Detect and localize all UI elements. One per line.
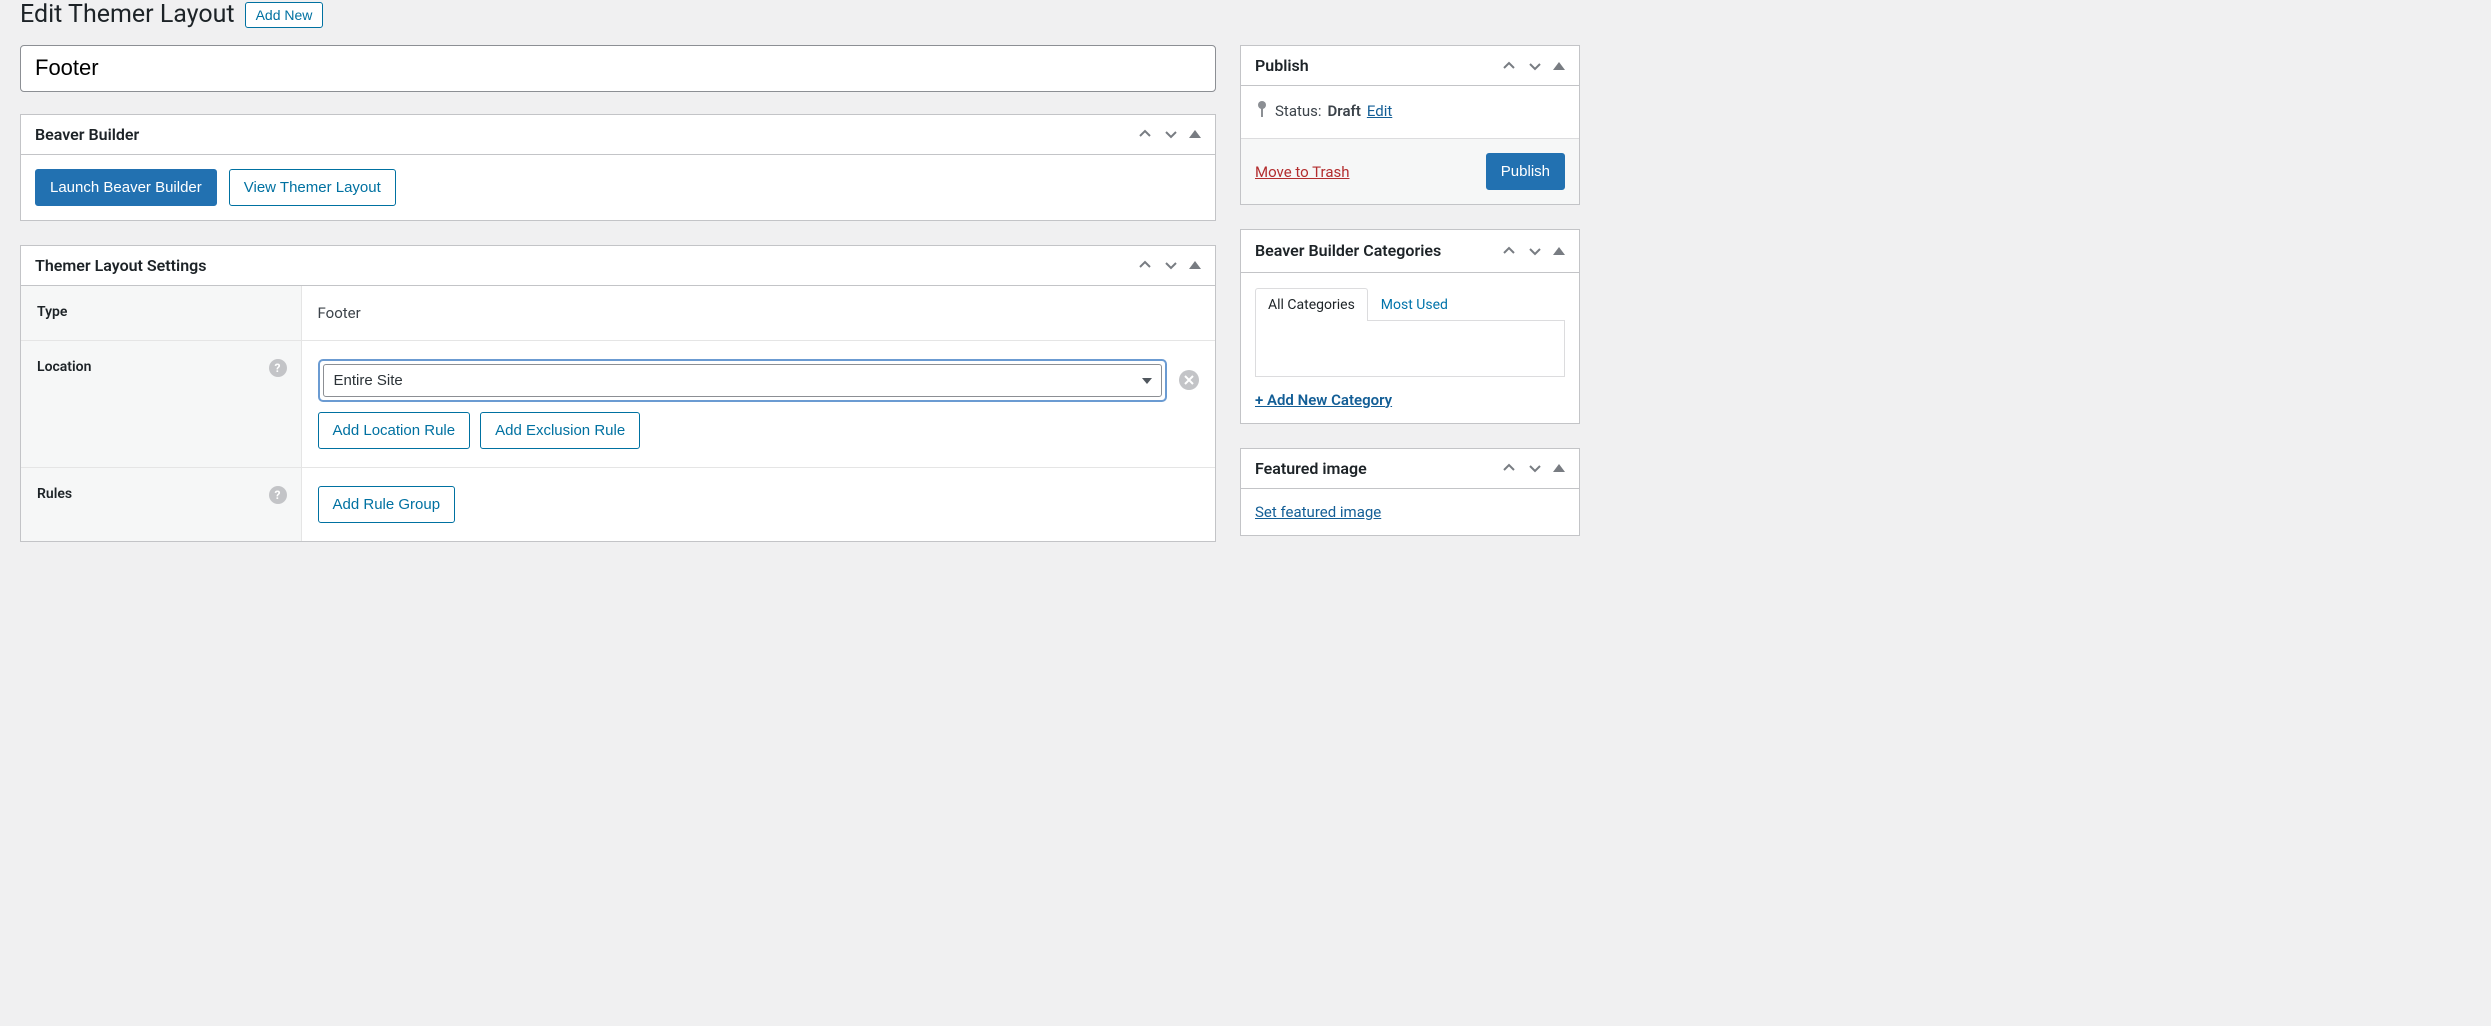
beaver-builder-box: Beaver Builder Launch Beaver Builder (20, 114, 1216, 221)
location-select[interactable]: Entire Site (323, 364, 1163, 397)
help-icon[interactable]: ? (269, 486, 287, 504)
launch-beaver-builder-button[interactable]: Launch Beaver Builder (35, 169, 217, 206)
add-exclusion-rule-button[interactable]: Add Exclusion Rule (480, 412, 640, 449)
categories-box-title: Beaver Builder Categories (1255, 240, 1441, 262)
add-location-rule-button[interactable]: Add Location Rule (318, 412, 471, 449)
edit-status-link[interactable]: Edit (1367, 102, 1392, 120)
toggle-collapse-icon[interactable] (1553, 62, 1565, 70)
move-up-icon[interactable] (1137, 126, 1153, 142)
move-down-icon[interactable] (1527, 243, 1543, 259)
setting-row-location: Location ? Entire Site (21, 340, 1215, 467)
add-rule-group-button[interactable]: Add Rule Group (318, 486, 456, 523)
publish-box: Publish (1240, 45, 1580, 205)
rules-label: Rules (37, 486, 72, 502)
move-up-icon[interactable] (1137, 257, 1153, 273)
type-label: Type (21, 286, 301, 341)
add-new-button[interactable]: Add New (245, 2, 324, 28)
pin-icon (1255, 100, 1269, 122)
themer-layout-settings-box: Themer Layout Settings Type (20, 245, 1216, 542)
publish-button[interactable]: Publish (1486, 153, 1565, 190)
location-label: Location (37, 359, 91, 375)
toggle-collapse-icon[interactable] (1553, 464, 1565, 472)
help-icon[interactable]: ? (269, 359, 287, 377)
move-down-icon[interactable] (1163, 257, 1179, 273)
tab-all-categories[interactable]: All Categories (1255, 288, 1368, 321)
type-value: Footer (301, 286, 1215, 341)
layout-title-input[interactable] (20, 45, 1216, 92)
beaver-builder-box-title: Beaver Builder (35, 125, 139, 144)
featured-image-box: Featured image Set featured image (1240, 448, 1580, 536)
setting-row-rules: Rules ? Add Rule Group (21, 467, 1215, 541)
category-list (1255, 321, 1565, 377)
move-to-trash-link[interactable]: Move to Trash (1255, 163, 1349, 181)
tab-most-used[interactable]: Most Used (1368, 288, 1461, 321)
status-value: Draft (1328, 102, 1361, 120)
settings-box-title: Themer Layout Settings (35, 256, 206, 275)
publish-box-title: Publish (1255, 56, 1309, 75)
move-down-icon[interactable] (1527, 460, 1543, 476)
categories-box: Beaver Builder Categories All Categories (1240, 229, 1580, 424)
move-down-icon[interactable] (1163, 126, 1179, 142)
add-new-category-link[interactable]: + Add New Category (1255, 391, 1392, 409)
setting-row-type: Type Footer (21, 286, 1215, 341)
move-up-icon[interactable] (1501, 58, 1517, 74)
page-header: Edit Themer Layout Add New (20, 0, 1580, 29)
toggle-collapse-icon[interactable] (1553, 247, 1565, 255)
featured-image-box-title: Featured image (1255, 459, 1367, 478)
toggle-collapse-icon[interactable] (1189, 130, 1201, 138)
move-up-icon[interactable] (1501, 460, 1517, 476)
page-title: Edit Themer Layout (20, 0, 235, 29)
toggle-collapse-icon[interactable] (1189, 261, 1201, 269)
move-up-icon[interactable] (1501, 243, 1517, 259)
move-down-icon[interactable] (1527, 58, 1543, 74)
status-label: Status: (1275, 102, 1322, 120)
view-themer-layout-button[interactable]: View Themer Layout (229, 169, 396, 206)
set-featured-image-link[interactable]: Set featured image (1255, 503, 1381, 521)
remove-location-icon[interactable] (1179, 370, 1199, 390)
